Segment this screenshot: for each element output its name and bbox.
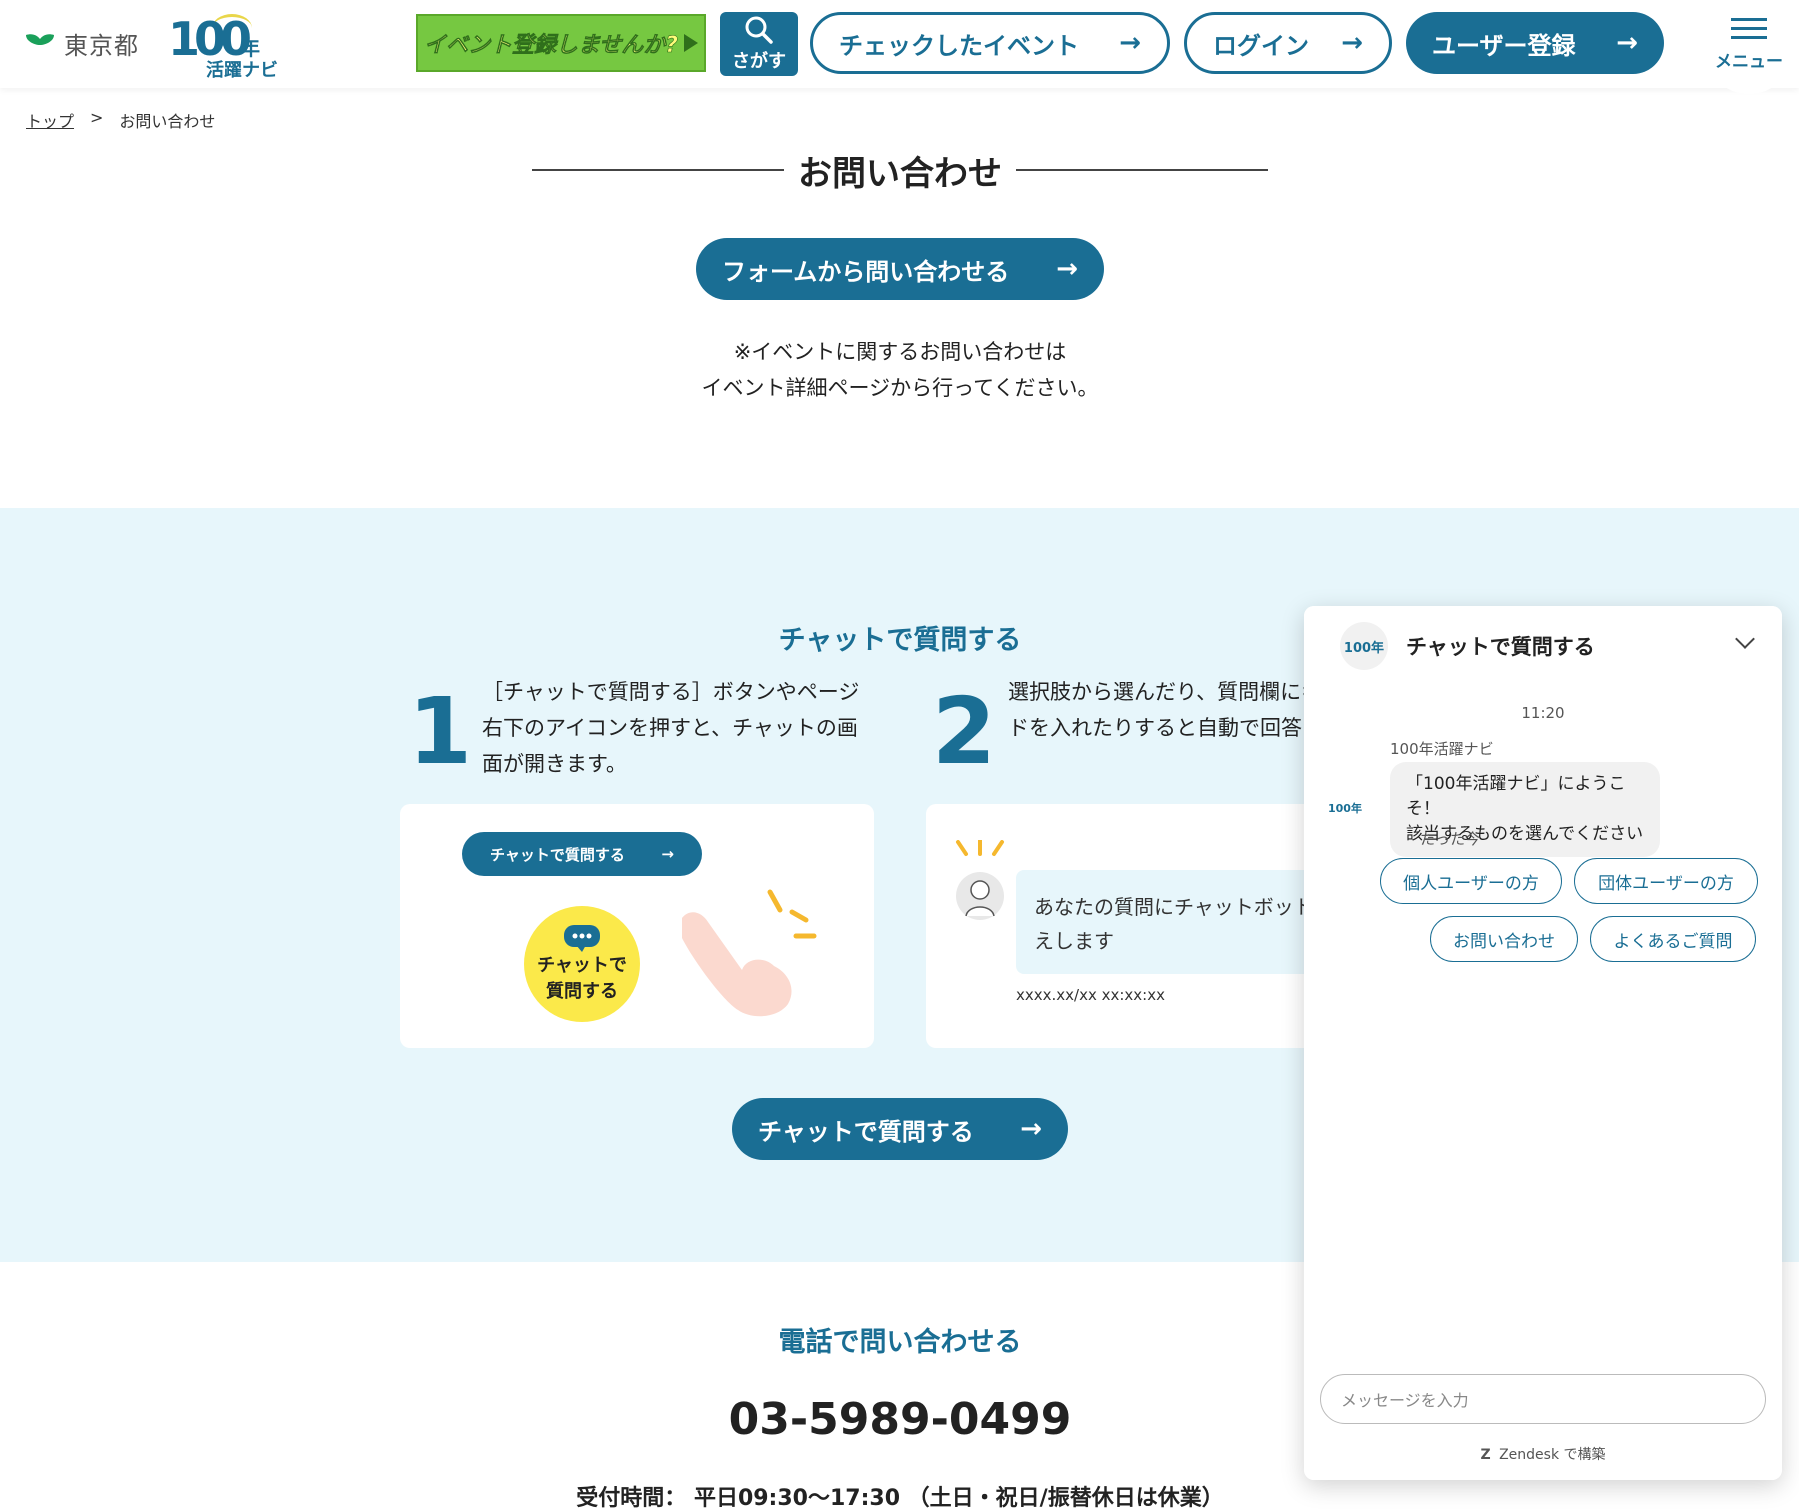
mini-chat-button: チャットで質問する → xyxy=(462,832,702,876)
step-1-text: ［チャットで質問する］ボタンやページ右下のアイコンを押すと、チャットの画面が開き… xyxy=(482,680,860,776)
breadcrumb-top-link[interactable]: トップ xyxy=(26,108,74,132)
form-inquiry-label: フォームから問い合わせる xyxy=(722,257,1010,286)
option-individual-user[interactable]: 個人ユーザーの方 xyxy=(1380,858,1562,904)
bot-avatar-icon xyxy=(956,872,1004,920)
event-registration-banner[interactable]: イベント登録しませんか? xyxy=(416,14,706,72)
zendesk-logo-icon: Z xyxy=(1480,1447,1491,1463)
search-button[interactable]: さがす xyxy=(720,12,798,76)
step-1-illustration: チャットで質問する → チャットで 質問する xyxy=(400,804,874,1048)
option-inquiry[interactable]: お問い合わせ xyxy=(1430,916,1578,962)
chevron-down-icon[interactable] xyxy=(1735,629,1755,649)
hamburger-bar xyxy=(1731,36,1767,39)
launcher-text: チャットで 質問する xyxy=(537,953,627,1005)
arrow-right-icon: → xyxy=(1020,1114,1042,1144)
message-input[interactable]: メッセージを入力 xyxy=(1320,1374,1766,1424)
arrow-right-icon: → xyxy=(1056,254,1078,284)
checked-events-label: チェックしたイベント xyxy=(839,31,1079,60)
hamburger-icon xyxy=(1731,18,1767,21)
page-title: お問い合わせ xyxy=(532,148,1268,194)
page-heading: お問い合わせ xyxy=(798,153,1002,194)
launcher-line-2: 質問する xyxy=(545,981,618,1002)
step-1-number: 1 xyxy=(408,678,473,785)
search-label: さがす xyxy=(732,51,786,72)
title-divider xyxy=(1016,169,1268,171)
message-sender: 100年活躍ナビ xyxy=(1390,740,1494,758)
widget-logo: 100年 xyxy=(1340,622,1388,670)
login-label: ログイン xyxy=(1213,31,1309,60)
message-timestamp: xxxx.xx/xx xx:xx:xx xyxy=(1016,986,1165,1004)
launcher-line-1: チャットで xyxy=(537,955,627,976)
chat-ask-label: チャットで質問する xyxy=(758,1117,974,1146)
sender-avatar: 100年 xyxy=(1328,802,1362,815)
widget-title: チャットで質問する xyxy=(1406,635,1595,659)
phone-section-title: 電話で問い合わせる xyxy=(778,1327,1022,1358)
breadcrumb-current: お問い合わせ xyxy=(119,112,216,131)
pointing-hand-icon xyxy=(682,889,817,1017)
play-triangle-icon xyxy=(684,34,699,52)
zendesk-credit: Z Zendesk で構築 xyxy=(1304,1444,1782,1464)
login-button[interactable]: ログイン → xyxy=(1184,12,1392,74)
tokyo-metropolitan-logo[interactable]: 東京都 xyxy=(24,26,139,61)
chat-launcher-icon: チャットで 質問する xyxy=(524,906,640,1022)
widget-header: 100年 チャットで質問する xyxy=(1304,606,1782,686)
search-icon xyxy=(745,16,773,44)
chat-section-title: チャットで質問する xyxy=(778,625,1022,656)
tokyo-label: 東京都 xyxy=(64,32,139,60)
reception-hours: 受付時間： 平日09:30〜17:30 （土日・祝日/振替休日は休業） xyxy=(576,1486,1224,1511)
zendesk-credit-text: Zendesk で構築 xyxy=(1499,1447,1606,1463)
step-2-number: 2 xyxy=(932,678,997,785)
menu-button[interactable]: メニュー xyxy=(1704,14,1794,94)
conversation-time: 11:20 xyxy=(1521,704,1565,722)
phone-number[interactable]: 03-5989-0499 xyxy=(600,1394,1200,1445)
message-status: たった今 xyxy=(1420,830,1481,848)
breadcrumb: トップ > お問い合わせ xyxy=(26,108,215,132)
arrow-right-icon: → xyxy=(1119,28,1141,58)
form-inquiry-button[interactable]: フォームから問い合わせる → xyxy=(696,238,1104,300)
mini-chat-label: チャットで質問する xyxy=(490,845,625,864)
menu-label: メニュー xyxy=(1715,52,1783,72)
welcome-line-1: 「100年活躍ナビ」にようこそ！ xyxy=(1406,774,1626,819)
arrow-right-icon: → xyxy=(1616,28,1638,58)
option-faq[interactable]: よくあるご質問 xyxy=(1590,916,1756,962)
register-label: ユーザー登録 xyxy=(1432,31,1576,60)
arrow-right-icon: → xyxy=(1341,28,1363,58)
site-logo[interactable]: 100 年 活躍ナビ xyxy=(168,12,288,81)
checked-events-button[interactable]: チェックしたイベント → xyxy=(810,12,1170,74)
speech-bubble-icon xyxy=(564,925,600,952)
chat-ask-button[interactable]: チャットで質問する → xyxy=(732,1098,1068,1160)
site-header: 東京都 100 年 活躍ナビ イベント登録しませんか? さがす チェックしたイベ… xyxy=(0,0,1799,94)
arrow-right-icon: → xyxy=(661,845,674,863)
banner-text: イベント登録しませんか? xyxy=(423,33,679,59)
widget-conversation: 11:20 100年活躍ナビ 100年 「100年活躍ナビ」にようこそ！ 該当す… xyxy=(1304,686,1782,1480)
user-register-button[interactable]: ユーザー登録 → xyxy=(1406,12,1664,74)
bot-face xyxy=(965,880,995,917)
title-divider xyxy=(532,169,784,171)
ginkgo-leaf-icon xyxy=(26,33,54,57)
hamburger-bar xyxy=(1731,27,1767,30)
option-group-user[interactable]: 団体ユーザーの方 xyxy=(1574,858,1758,904)
breadcrumb-separator: > xyxy=(90,108,104,127)
logo-navi: 活躍ナビ xyxy=(206,60,278,81)
note-line-2: イベント詳細ページから行ってください。 xyxy=(701,376,1099,400)
chat-widget: 100年 チャットで質問する 11:20 100年活躍ナビ 100年 「100年… xyxy=(1304,606,1782,1480)
event-inquiry-note: ※イベントに関するお問い合わせは イベント詳細ページから行ってください。 xyxy=(500,334,1300,406)
note-line-1: ※イベントに関するお問い合わせは xyxy=(733,340,1067,364)
